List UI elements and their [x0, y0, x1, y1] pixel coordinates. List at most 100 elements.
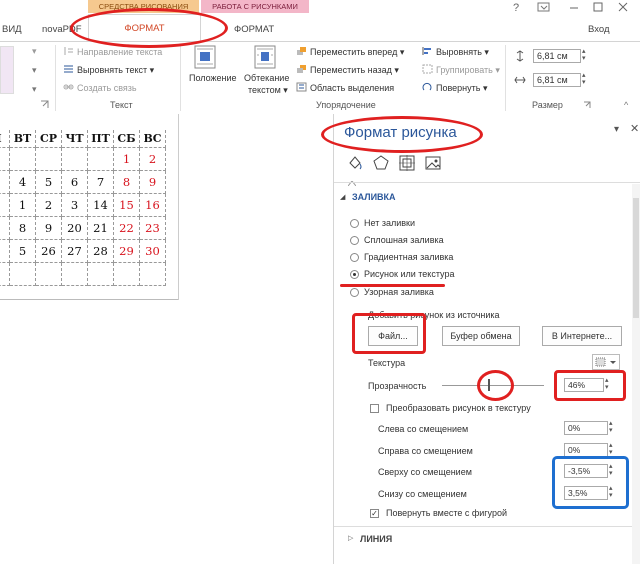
fill-option-label[interactable]: Нет заливки: [364, 218, 415, 228]
texture-picker[interactable]: [592, 354, 620, 370]
calendar-header-cell: ВТ: [10, 130, 36, 148]
align-text-button[interactable]: Выровнять текст ▾: [63, 64, 154, 76]
rotate-label: Повернуть: [436, 83, 481, 93]
create-link-button[interactable]: Создать связь: [63, 82, 137, 93]
chevron-down-icon: ▾: [391, 65, 399, 75]
shape-outline-dropdown-icon[interactable]: ▾: [32, 65, 37, 76]
selection-pane-button[interactable]: Область выделения: [296, 82, 394, 93]
section-line-header[interactable]: ЛИНИЯ: [360, 534, 392, 544]
calendar-header-cell: ЧТ: [62, 130, 88, 148]
collapse-ribbon-icon[interactable]: ^: [624, 100, 628, 110]
height-spinner-icon[interactable]: ▴ ▾: [582, 48, 586, 62]
fill-option-label[interactable]: Рисунок или текстура: [364, 269, 454, 279]
pane-scrollbar[interactable]: [632, 184, 640, 564]
shape-effects-dropdown-icon[interactable]: ▾: [32, 84, 37, 95]
pane-divider: [334, 182, 640, 183]
chevron-down-icon: ▾: [147, 65, 155, 75]
fill-option-label[interactable]: Градиентная заливка: [364, 252, 453, 262]
calendar-day-cell: 9: [36, 217, 62, 240]
picture-icon[interactable]: [424, 154, 442, 172]
send-backward-icon: [296, 64, 307, 74]
calendar-day-cell: [10, 263, 36, 286]
page-edge-right: [178, 114, 179, 300]
chevron-down-icon: ▾: [481, 47, 489, 57]
calendar-day-cell: 23: [140, 217, 166, 240]
pane-options-chevron-icon[interactable]: ▾: [614, 124, 619, 135]
minimize-icon[interactable]: [568, 1, 580, 13]
calendar-day-cell: 6: [62, 171, 88, 194]
fill-option-radio[interactable]: [350, 219, 359, 228]
offset-right-label: Справа со смещением: [378, 446, 473, 456]
calendar-table: НВТСРЧТПТСБВС123456789012314151678920212…: [0, 130, 178, 300]
shape-width-field[interactable]: 6,81 см: [533, 73, 581, 87]
send-backward-button[interactable]: Переместить назад ▾: [296, 64, 399, 76]
fill-option-label[interactable]: Узорная заливка: [364, 287, 434, 297]
offset-left-spinner-icon[interactable]: ▴ ▾: [609, 420, 613, 434]
calendar-day-cell: 15: [114, 194, 140, 217]
chevron-down-icon: ▾: [480, 83, 488, 93]
group-label-text: Текст: [110, 100, 133, 110]
fill-option-label[interactable]: Сплошная заливка: [364, 235, 444, 245]
wrap-text-label-1[interactable]: Обтекание: [244, 73, 289, 83]
calendar-header-cell: СР: [36, 130, 62, 148]
calendar-day-cell: 1: [0, 263, 10, 286]
fill-line-icon[interactable]: [346, 154, 364, 172]
pane-scrollbar-thumb[interactable]: [633, 198, 639, 318]
tile-checkbox[interactable]: [370, 404, 379, 413]
section-collapsed-icon[interactable]: ▷: [348, 534, 353, 542]
chevron-down-icon: ▾: [397, 47, 405, 57]
maximize-icon[interactable]: [592, 1, 604, 13]
bring-forward-button[interactable]: Переместить вперед ▾: [296, 46, 404, 58]
wrap-text-icon[interactable]: [252, 44, 280, 70]
offset-right-field[interactable]: 0%: [564, 443, 608, 457]
position-icon[interactable]: [192, 44, 220, 70]
calendar-day-cell: 1: [114, 148, 140, 171]
clipboard-button[interactable]: Буфер обмена: [442, 326, 520, 346]
layout-properties-icon[interactable]: [398, 154, 416, 172]
fill-option-radio[interactable]: [350, 236, 359, 245]
size-dialog-launcher-icon[interactable]: [583, 101, 592, 110]
help-icon[interactable]: ?: [513, 2, 519, 14]
pane-close-icon[interactable]: ✕: [630, 122, 639, 135]
shape-height-field[interactable]: 6,81 см: [533, 49, 581, 63]
section-fill-header[interactable]: ЗАЛИВКА: [352, 192, 396, 202]
annotation-circle-pane-title: [321, 116, 483, 153]
shape-style-preview[interactable]: [0, 46, 14, 94]
group-objects-button[interactable]: Группировать ▾: [422, 64, 500, 76]
offset-left-field[interactable]: 0%: [564, 421, 608, 435]
fill-option-radio[interactable]: [350, 253, 359, 262]
online-button[interactable]: В Интернете...: [542, 326, 622, 346]
signin-link[interactable]: Вход: [588, 24, 610, 35]
fill-option-radio[interactable]: [350, 288, 359, 297]
transparency-label: Прозрачность: [368, 381, 427, 391]
wrap-text-label-2-text: текстом: [248, 85, 281, 95]
group-objects-label: Группировать: [436, 65, 493, 75]
wrap-text-label-2[interactable]: текстом ▾: [248, 85, 288, 96]
close-icon[interactable]: [617, 1, 629, 13]
rotate-button[interactable]: Повернуть ▾: [422, 82, 487, 94]
calendar-day-cell: 27: [62, 240, 88, 263]
calendar-day-cell: [62, 263, 88, 286]
fill-option-radio[interactable]: [350, 270, 359, 279]
offset-top-label: Сверху со смещением: [378, 467, 472, 477]
tab-format-picture[interactable]: ФОРМАТ: [234, 20, 274, 40]
width-spinner-icon[interactable]: ▴ ▾: [582, 72, 586, 86]
bring-forward-icon: [296, 46, 307, 56]
rotate-with-shape-checkbox[interactable]: ✓: [370, 509, 379, 518]
pane-divider-2: [334, 526, 640, 527]
tab-view[interactable]: ВИД: [2, 20, 22, 40]
section-expanded-icon[interactable]: ◢: [340, 193, 345, 201]
calendar-day-cell: [10, 148, 36, 171]
align-objects-button[interactable]: Выровнять ▾: [422, 46, 489, 58]
calendar-day-cell: 3: [0, 171, 10, 194]
link-icon: [63, 82, 74, 92]
chevron-down-icon: ▾: [492, 65, 500, 75]
offset-right-spinner-icon[interactable]: ▴ ▾: [609, 442, 613, 456]
effects-icon[interactable]: [372, 154, 390, 172]
position-button[interactable]: Положение: [189, 73, 237, 83]
text-direction-icon: [63, 46, 74, 56]
dialog-launcher-icon[interactable]: [40, 100, 50, 110]
shape-fill-dropdown-icon[interactable]: ▾: [32, 46, 37, 57]
ribbon-display-icon[interactable]: [537, 1, 551, 13]
annotation-circle-slider: [477, 370, 514, 401]
